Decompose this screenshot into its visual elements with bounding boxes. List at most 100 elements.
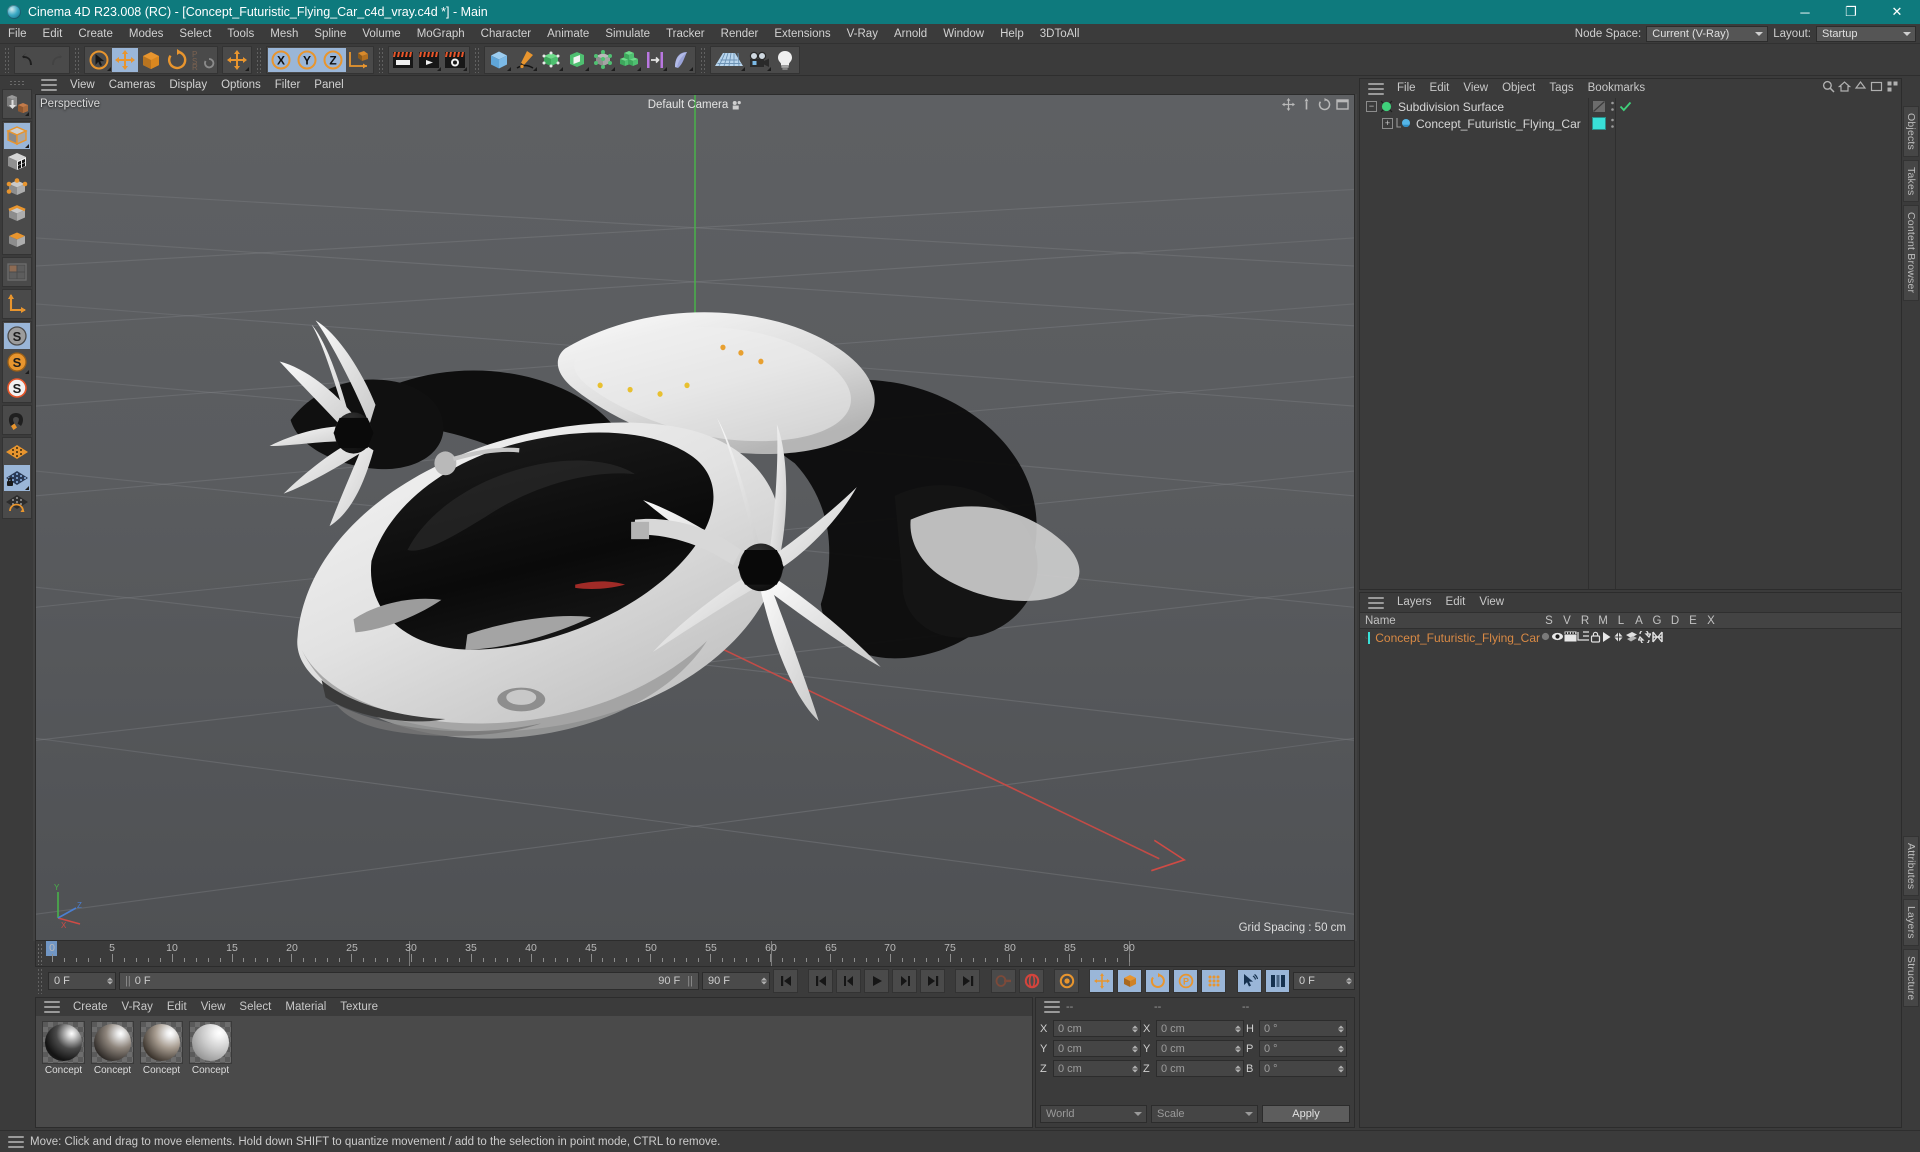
menu-item-spline[interactable]: Spline xyxy=(306,24,354,44)
material-menu-material[interactable]: Material xyxy=(278,998,333,1016)
display-tag[interactable] xyxy=(1592,100,1606,113)
material-menu-vray[interactable]: V-Ray xyxy=(115,998,160,1016)
object-menu-object[interactable]: Object xyxy=(1495,79,1542,98)
record-active-objects-button[interactable] xyxy=(991,969,1016,993)
layer-color-swatch[interactable] xyxy=(1367,632,1371,644)
layer-column-d[interactable]: D xyxy=(1666,615,1684,627)
move-tool-button[interactable] xyxy=(112,47,138,72)
size-y-input[interactable]: 0 cm xyxy=(1156,1040,1244,1057)
menu-item-modes[interactable]: Modes xyxy=(121,24,172,44)
menu-item-edit[interactable]: Edit xyxy=(35,24,71,44)
object-menu-bookmarks[interactable]: Bookmarks xyxy=(1581,79,1653,98)
material-item[interactable]: Concept xyxy=(187,1020,234,1077)
select-tool-button[interactable] xyxy=(86,47,112,72)
manager-icon[interactable] xyxy=(1577,631,1590,645)
timeline-ruler-grip[interactable] xyxy=(37,943,43,965)
solo-dot-icon[interactable] xyxy=(1540,631,1551,645)
tab-content-browser[interactable]: Content Browser xyxy=(1903,205,1919,301)
position-y-input[interactable]: 0 cm xyxy=(1053,1040,1141,1057)
check-enabled-tag[interactable] xyxy=(1619,100,1632,113)
viewport-maximize-button[interactable] xyxy=(1334,96,1350,112)
material-menu-select[interactable]: Select xyxy=(232,998,278,1016)
viewport-menu-options[interactable]: Options xyxy=(214,76,268,94)
layer-manager-hamburger-icon[interactable] xyxy=(1368,596,1384,609)
lock-icon[interactable] xyxy=(1590,631,1601,646)
autokeying-button[interactable] xyxy=(1019,969,1044,993)
render-view-button[interactable] xyxy=(390,47,416,72)
lock-y-button[interactable]: Y xyxy=(294,47,320,72)
rotation-p-input[interactable]: 0 ° xyxy=(1259,1040,1347,1057)
render-to-picture-viewer-button[interactable] xyxy=(416,47,442,72)
menu-item-help[interactable]: Help xyxy=(992,24,1032,44)
menu-item-render[interactable]: Render xyxy=(713,24,767,44)
window-icon[interactable] xyxy=(1870,80,1883,93)
end-frame-spinner[interactable] xyxy=(761,977,767,985)
tab-layers[interactable]: Layers xyxy=(1903,898,1919,946)
object-menu-edit[interactable]: Edit xyxy=(1423,79,1457,98)
texture-mode-button[interactable] xyxy=(4,149,30,175)
menu-item-volume[interactable]: Volume xyxy=(354,24,408,44)
go-to-next-key-button[interactable] xyxy=(920,969,945,993)
position-y-spinner[interactable] xyxy=(1132,1045,1138,1052)
object-menu-view[interactable]: View xyxy=(1456,79,1495,98)
undo-button[interactable] xyxy=(16,47,42,72)
position-key-button[interactable] xyxy=(1089,969,1114,993)
deformer-icon[interactable] xyxy=(1625,631,1638,646)
toolbar-grip-2[interactable] xyxy=(74,46,80,73)
layer-column-r[interactable]: R xyxy=(1576,615,1594,627)
position-x-input[interactable]: 0 cm xyxy=(1053,1020,1141,1037)
rotation-b-input[interactable]: 0 ° xyxy=(1259,1060,1347,1077)
current-frame-field[interactable]: 0 F xyxy=(48,972,116,990)
generators-button[interactable] xyxy=(538,47,564,72)
status-hamburger-icon[interactable] xyxy=(8,1135,24,1148)
rotation-h-input[interactable]: 0 ° xyxy=(1259,1020,1347,1037)
planar-workplane-button[interactable] xyxy=(4,491,30,517)
viewport-menu-filter[interactable]: Filter xyxy=(268,76,308,94)
expander-icon[interactable]: − xyxy=(1366,101,1377,112)
scene-nodes-button[interactable] xyxy=(668,47,694,72)
light-button[interactable] xyxy=(772,47,798,72)
menu-item-select[interactable]: Select xyxy=(171,24,219,44)
flying-car-model[interactable] xyxy=(36,95,1354,940)
object-manager-hamburger-icon[interactable] xyxy=(1368,82,1384,95)
add-spline-button[interactable] xyxy=(512,47,538,72)
points-mode-button[interactable] xyxy=(4,175,30,201)
viewport-rotate-button[interactable] xyxy=(1316,96,1332,112)
layer-color-tag[interactable] xyxy=(1592,117,1606,130)
material-item[interactable]: Concept xyxy=(40,1020,87,1077)
model-mode-button[interactable] xyxy=(3,123,30,149)
tab-objects[interactable]: Objects xyxy=(1903,106,1919,157)
xref-icon[interactable] xyxy=(1651,631,1664,646)
expander-icon[interactable]: + xyxy=(1382,118,1393,129)
menu-item-extensions[interactable]: Extensions xyxy=(766,24,838,44)
rotation-p-spinner[interactable] xyxy=(1338,1045,1344,1052)
make-editable-button[interactable] xyxy=(4,91,30,117)
menu-item-file[interactable]: File xyxy=(0,24,35,44)
floor-button[interactable] xyxy=(712,47,746,72)
layout-select[interactable]: Startup xyxy=(1816,26,1916,42)
layer-column-g[interactable]: G xyxy=(1648,615,1666,627)
viewport-zoom-button[interactable] xyxy=(1298,96,1314,112)
right-frame-spinner[interactable] xyxy=(1346,977,1352,985)
layer-menu-view[interactable]: View xyxy=(1472,593,1511,612)
object-menu-file[interactable]: File xyxy=(1390,79,1423,98)
layer-column-v[interactable]: V xyxy=(1558,615,1576,627)
material-menu-view[interactable]: View xyxy=(194,998,233,1016)
field-button[interactable] xyxy=(642,47,668,72)
keyframe-selection-button[interactable] xyxy=(1054,969,1079,993)
preview-range-bar[interactable]: || 0 F 90 F || xyxy=(119,972,699,990)
material-list[interactable]: Concept Concept Concept Concept xyxy=(36,1016,1032,1127)
position-x-spinner[interactable] xyxy=(1132,1025,1138,1032)
object-row-flying-car[interactable]: + Concept_Futuristic_Flying_Car xyxy=(1360,115,1901,132)
layer-list[interactable]: Concept_Futuristic_Flying_Car xyxy=(1360,628,1901,1127)
viewport-menu-display[interactable]: Display xyxy=(162,76,214,94)
right-frame-field[interactable]: 0 F xyxy=(1293,972,1355,990)
arrow-up-icon[interactable] xyxy=(1854,80,1867,93)
add-cube-button[interactable] xyxy=(486,47,512,72)
magnet-button[interactable] xyxy=(4,407,30,433)
timeline-ruler[interactable]: 0 5 10 15 20 25 30 35 40 45 50 55 60 65 … xyxy=(35,941,1355,967)
rotate-tool-button[interactable] xyxy=(164,47,190,72)
size-z-spinner[interactable] xyxy=(1235,1065,1241,1072)
menu-item-arnold[interactable]: Arnold xyxy=(886,24,935,44)
eye-icon[interactable] xyxy=(1551,631,1564,645)
